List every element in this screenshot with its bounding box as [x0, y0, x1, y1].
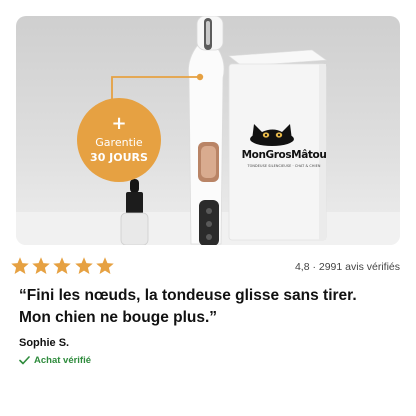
box-brand-name: MonGrosMâtou — [241, 149, 327, 161]
star-icon — [53, 257, 72, 274]
reviewer-name: Sophie S. — [19, 337, 70, 349]
star-icon — [11, 257, 29, 274]
box-tagline: TONDEUSE SILENCIEUSE · CHAT & CHIEN — [247, 164, 321, 168]
checkmark-icon — [19, 356, 30, 365]
review-quote: “Fini les nœuds, la tondeuse glisse sans… — [19, 287, 357, 326]
plus-icon: + — [111, 113, 127, 134]
warranty-label: Garentie — [95, 136, 143, 149]
star-icon — [96, 257, 114, 274]
product-photo — [16, 16, 400, 245]
trimmer-device — [187, 16, 225, 245]
star-icon — [32, 257, 50, 274]
verified-purchase: Achat vérifié — [19, 355, 91, 366]
warranty-duration: 30 JOURS — [90, 151, 148, 164]
product-image: + Garentie 30 JOURS MonGrosMâtou TONDEUS… — [16, 16, 400, 245]
verified-label: Achat vérifié — [34, 355, 92, 366]
rating-row: 4,8 · 2991 avis vérifiés — [10, 256, 400, 276]
star-rating — [10, 256, 116, 276]
warranty-badge: + Garentie 30 JOURS — [77, 98, 161, 182]
star-icon — [74, 257, 93, 274]
rating-summary: 4,8 · 2991 avis vérifiés — [294, 261, 400, 273]
